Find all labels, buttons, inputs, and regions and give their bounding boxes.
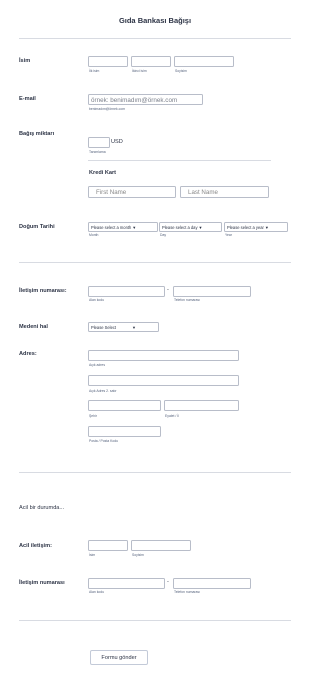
year-sublabel: Year [225,233,232,237]
last-name-input[interactable] [174,56,234,67]
city-input[interactable] [88,400,161,411]
donation-amount-input[interactable] [88,137,110,148]
donation-sublabel: Tanımlama [89,150,106,154]
phone-label: İletişim numarası: [19,288,67,294]
email-input[interactable]: örnek: benimadım@örnek.com [88,94,203,105]
chevron-down-icon: ▼ [198,225,203,230]
emergency-first-sublabel: İsim [89,553,96,557]
marital-status-select[interactable]: Please Select ▼ [88,322,159,332]
phone-number-sublabel: Telefon numarası [174,298,201,302]
emergency-phone-area-input[interactable] [88,578,165,589]
street-sublabel: Açık adres [89,363,106,367]
emergency-heading: Acil bir durumda... [19,505,65,511]
chevron-down-icon: ▼ [264,225,269,230]
marital-status-value: Please Select [91,325,117,330]
email-label: E-mail [19,96,36,102]
title-divider [19,38,291,39]
month-sublabel: Month [89,233,99,237]
emergency-phone-number-input[interactable] [173,578,251,589]
middle-name-input[interactable] [131,56,171,67]
birth-day-select[interactable]: Please select a day▼ [159,222,222,232]
emergency-number-sublabel: Telefon numarası [174,590,201,594]
donation-label: Bağış miktarı [19,131,55,137]
phone-dash: - [167,287,169,293]
street2-sublabel: Açık Adres 2. satır [89,389,117,393]
name-label: İsim [19,58,31,64]
birth-date-label: Doğum Tarihi [19,224,55,230]
birth-year-value: Please select a year [227,225,264,230]
phone-area-sublabel: Alan kodu [89,298,105,302]
credit-card-label: Kredi Kart [89,170,117,176]
page-title: Gıda Bankası Bağışı [118,16,192,25]
emergency-phone-dash: - [167,579,169,585]
street-input[interactable] [88,350,239,361]
email-sublabel: benimadım@örnek.com [89,107,126,111]
card-first-name-input[interactable]: First Name [88,186,176,198]
state-sublabel: Eyalet / İl [165,414,179,418]
chevron-down-icon: ▼ [132,325,137,330]
middle-name-sublabel: İkinci isim [132,69,147,73]
marital-status-label: Medeni hal [19,324,48,330]
birth-year-select[interactable]: Please select a year▼ [224,222,288,232]
birth-day-value: Please select a day [162,225,198,230]
card-last-name-input[interactable]: Last Name [180,186,269,198]
emergency-first-name-input[interactable] [88,540,128,551]
currency-label: USD [111,139,123,145]
donation-divider [88,160,271,161]
emergency-phone-label: İletişim numarası [19,580,65,586]
phone-number-input[interactable] [173,286,251,297]
address-label: Adres: [19,351,37,357]
state-input[interactable] [164,400,239,411]
first-name-sublabel: İlk isim [89,69,100,73]
postal-input[interactable] [88,426,161,437]
day-sublabel: Day [160,233,167,237]
emergency-last-name-input[interactable] [131,540,191,551]
city-sublabel: Şehir [89,414,97,418]
emergency-contact-label: Acil iletişim: [19,543,52,549]
submit-button[interactable]: Formu gönder [90,650,148,665]
section-divider [19,472,291,473]
emergency-last-sublabel: Soyisim [132,553,144,557]
emergency-area-sublabel: Alan kodu [89,590,105,594]
section-divider [19,262,291,263]
postal-sublabel: Posta / Posta Kodu [89,439,119,443]
birth-month-select[interactable]: Please select a month▼ [88,222,158,232]
section-divider [19,620,291,621]
last-name-sublabel: Soyisim [175,69,187,73]
street2-input[interactable] [88,375,239,386]
chevron-down-icon: ▼ [132,225,137,230]
phone-area-input[interactable] [88,286,165,297]
birth-month-value: Please select a month [91,225,132,230]
first-name-input[interactable] [88,56,128,67]
